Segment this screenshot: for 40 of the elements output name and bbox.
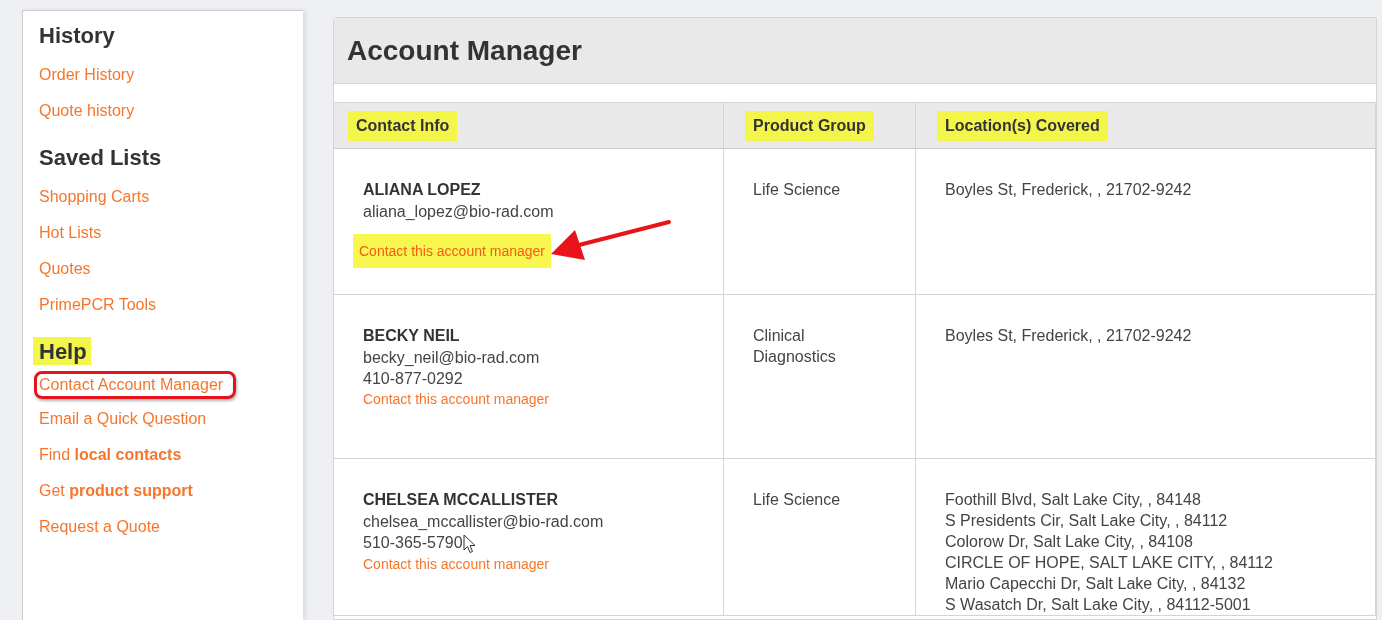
section-heading: Saved Lists [39, 144, 162, 172]
column-header: Contact Info [348, 110, 458, 141]
column-header: Location(s) Covered [937, 110, 1108, 141]
sidebar-link[interactable]: Shopping Carts [34, 179, 155, 215]
sidebar-link[interactable]: Hot Lists [34, 215, 107, 251]
contact-link[interactable]: Contact this account manager [363, 554, 549, 574]
location-text: S Presidents Cir, Salt Lake City, , 84112 [945, 511, 1229, 531]
sidebar-link[interactable]: Request a Quote [34, 509, 165, 545]
contact-phone: 510-365-5790 [363, 533, 463, 553]
contact-name: ALIANA LOPEZ [363, 180, 482, 200]
sidebar-link[interactable]: Quotes [34, 251, 96, 287]
sidebar-link[interactable]: Order History [34, 57, 140, 93]
product-group: Life Science [753, 179, 873, 200]
section-heading: Help [33, 337, 91, 365]
location-text: Boyles St, Frederick, , 21702-9242 [945, 326, 1193, 346]
sidebar-link[interactable]: Contact Account Manager [34, 371, 237, 399]
location-text: Foothill Blvd, Salt Lake City, , 84148 [945, 490, 1202, 510]
location-text: Boyles St, Frederick, , 21702-9242 [945, 180, 1193, 200]
contact-email: aliana_lopez@bio-rad.com [363, 202, 555, 222]
sidebar-link[interactable]: PrimePCR Tools [34, 287, 162, 323]
product-group: Life Science [753, 489, 873, 510]
contact-email: chelsea_mccallister@bio-rad.com [363, 512, 605, 532]
location-text: CIRCLE OF HOPE, SALT LAKE CITY, , 84112 [945, 553, 1274, 573]
contact-link[interactable]: Contact this account manager [353, 234, 551, 268]
product-group: Clinical Diagnostics [753, 325, 873, 367]
sidebar-link[interactable]: Get product support [34, 473, 198, 509]
contact-link[interactable]: Contact this account manager [363, 389, 549, 409]
sidebar-link[interactable]: Email a Quick Question [34, 401, 212, 437]
contact-email: becky_neil@bio-rad.com [363, 348, 541, 368]
contact-name: BECKY NEIL [363, 326, 461, 346]
panel-title: Account Manager [347, 34, 582, 67]
contact-phone: 410-877-0292 [363, 369, 463, 389]
sidebar-link[interactable]: Quote history [34, 93, 140, 129]
sidebar-link[interactable]: Find local contacts [34, 437, 187, 473]
location-text: Mario Capecchi Dr, Salt Lake City, , 84132 [945, 574, 1247, 594]
contact-name: CHELSEA MCCALLISTER [363, 490, 559, 510]
column-header: Product Group [745, 110, 874, 141]
section-heading: History [39, 22, 115, 50]
location-text: S Wasatch Dr, Salt Lake City, , 84112-5001 [945, 595, 1252, 615]
location-text: Colorow Dr, Salt Lake City, , 84108 [945, 532, 1194, 552]
